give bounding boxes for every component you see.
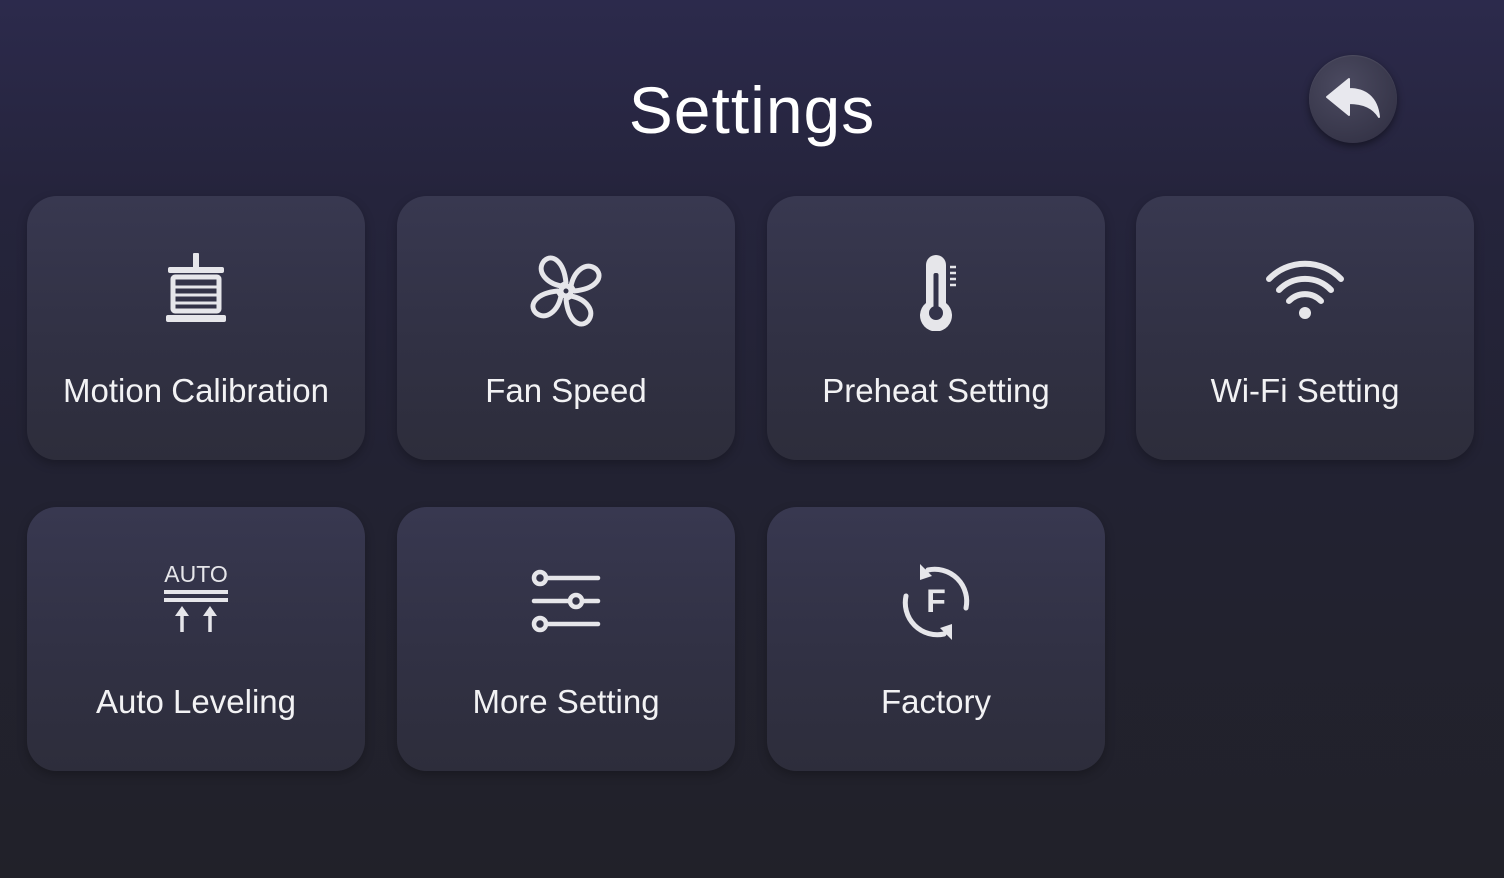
preheat-setting-tile[interactable]: Preheat Setting [767,196,1105,460]
wifi-setting-tile[interactable]: Wi-Fi Setting [1136,196,1474,460]
factory-reset-icon: F [902,564,970,640]
auto-leveling-label: Auto Leveling [96,683,296,720]
back-arrow-icon [1326,78,1380,118]
auto-leveling-icon: AUTO [164,561,228,632]
more-setting-tile[interactable]: More Setting [397,507,735,771]
thermometer-icon [920,255,956,331]
wifi-icon [1266,260,1344,319]
more-setting-label: More Setting [472,683,660,720]
page-title: Settings [628,73,876,147]
settings-screen: Settings Motion Calibration Fan Speed Pr… [0,0,1504,878]
auto-leveling-tile[interactable]: AUTO Auto Leveling [27,507,365,771]
back-button[interactable] [1309,55,1397,143]
factory-label: Factory [880,683,992,720]
factory-f-text: F [926,583,946,619]
motion-calibration-tile[interactable]: Motion Calibration [27,196,365,460]
fan-speed-label: Fan Speed [485,372,647,409]
auto-text: AUTO [164,561,227,587]
wifi-setting-label: Wi-Fi Setting [1210,372,1400,409]
motion-calibration-icon [166,253,226,322]
fan-speed-tile[interactable]: Fan Speed [397,196,735,460]
motion-calibration-label: Motion Calibration [63,372,329,409]
fan-icon [526,255,606,331]
sliders-icon [531,569,601,633]
factory-tile[interactable]: F Factory [767,507,1105,771]
preheat-setting-label: Preheat Setting [822,372,1050,409]
